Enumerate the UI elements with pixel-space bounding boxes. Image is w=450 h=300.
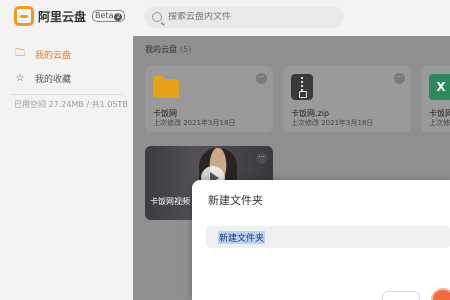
beta-label: Beta <box>95 11 114 20</box>
star-icon: ☆ <box>15 72 25 84</box>
folder-name-value[interactable]: 新建文件夹 <box>218 230 266 244</box>
file-count: (5) <box>180 45 192 54</box>
new-folder-dialog: 新建文件夹 新建文件夹 <box>192 180 450 300</box>
folder-name-input[interactable]: 新建文件夹 <box>206 226 450 248</box>
file-modified: 上次修改 2021年3月18日 <box>153 119 236 127</box>
sidebar: 🗀 我的云盘 ☆ 我的收藏 已用空间 27.24MB / 共1.05TB <box>0 36 133 300</box>
more-icon[interactable]: ··· <box>394 73 405 84</box>
search-icon <box>152 12 162 22</box>
more-icon[interactable]: ··· <box>256 73 267 84</box>
confirm-button[interactable] <box>433 290 450 300</box>
app-window: 阿里云盘 Beta2 🗀 我的云盘 ☆ 我的收藏 已用空间 27.24MB / … <box>0 0 450 300</box>
file-modified: 上次修改 <box>429 119 450 127</box>
folder-icon <box>153 76 179 98</box>
page-title: 我的云盘 (5) <box>145 44 191 55</box>
file-modified: 上次修改 2021年3月18日 <box>291 119 374 127</box>
sidebar-item-my-drive[interactable]: 🗀 我的云盘 <box>0 42 133 66</box>
search-box[interactable] <box>144 6 344 28</box>
excel-file-icon: X <box>429 74 450 100</box>
cancel-button[interactable] <box>382 291 420 300</box>
app-name: 阿里云盘 <box>38 9 87 24</box>
file-card-xls[interactable]: X 卡饭网 上次修改 <box>421 66 450 132</box>
sidebar-item-label: 我的云盘 <box>35 50 72 61</box>
file-name: 卡饭网视频 <box>150 197 190 206</box>
app-logo: 阿里云盘 Beta 2 <box>14 6 126 26</box>
sidebar-item-favorites[interactable]: ☆ 我的收藏 <box>0 66 133 90</box>
more-icon[interactable]: ··· <box>256 153 267 164</box>
folder-icon: 🗀 <box>15 47 25 59</box>
storage-usage: 已用空间 27.24MB / 共1.05TB <box>14 100 128 109</box>
search-input[interactable] <box>168 12 328 22</box>
sidebar-item-label: 我的收藏 <box>35 74 72 85</box>
section-title-text: 我的云盘 <box>145 45 177 54</box>
beta-tag: Beta 2 <box>92 10 126 22</box>
file-card-folder[interactable]: ··· 卡饭网 上次修改 2021年3月18日 <box>145 66 273 132</box>
sidebar-divider <box>10 94 123 95</box>
dialog-title: 新建文件夹 <box>208 194 263 207</box>
logo-icon <box>14 6 34 26</box>
file-card-zip[interactable]: ··· 卡饭网.zip 上次修改 2021年3月18日 <box>283 66 411 132</box>
beta-badge: 2 <box>114 13 123 21</box>
zip-file-icon <box>291 74 313 100</box>
top-bar: 阿里云盘 Beta 2 <box>0 0 450 36</box>
